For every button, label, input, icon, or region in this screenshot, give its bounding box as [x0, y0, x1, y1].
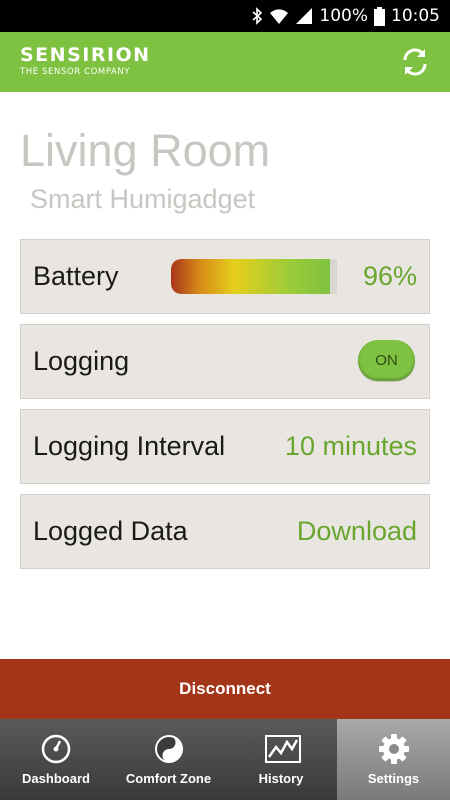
bluetooth-icon	[251, 7, 263, 25]
battery-percent: 100%	[319, 6, 368, 26]
disconnect-button[interactable]: Disconnect	[0, 659, 450, 719]
logging-row: Logging ON	[20, 324, 430, 399]
logging-interval-value[interactable]: 10 minutes	[285, 410, 417, 483]
nav-settings-label: Settings	[367, 771, 420, 786]
logging-interval-label: Logging Interval	[33, 431, 226, 461]
bottom-nav: Dashboard Comfort Zone History Settings	[0, 719, 450, 800]
status-bar: 100% 10:05	[0, 0, 450, 32]
app-screen: 100% 10:05 SENSIRION THE SENSOR COMPANY …	[0, 0, 450, 800]
logged-data-label: Logged Data	[33, 516, 188, 546]
logging-label: Logging	[33, 346, 130, 376]
clock: 10:05	[391, 6, 440, 26]
logged-data-row: Logged Data Download	[20, 494, 430, 569]
gear-icon	[378, 733, 410, 765]
wifi-icon	[269, 7, 289, 25]
battery-row: Battery 96%	[20, 239, 430, 314]
yin-yang-icon	[153, 733, 185, 765]
nav-comfort-zone-label: Comfort Zone	[125, 771, 212, 786]
logging-toggle[interactable]: ON	[358, 340, 415, 381]
app-header: SENSIRION THE SENSOR COMPANY	[0, 32, 450, 92]
battery-icon	[374, 6, 385, 26]
battery-label: Battery	[33, 261, 119, 291]
gauge-icon	[40, 733, 72, 765]
refresh-icon[interactable]	[398, 45, 432, 79]
download-link[interactable]: Download	[297, 495, 417, 568]
status-icons: 100% 10:05	[251, 0, 440, 32]
nav-dashboard-label: Dashboard	[22, 771, 90, 786]
battery-level-bar	[171, 259, 337, 294]
battery-value: 96%	[362, 261, 417, 291]
chart-icon	[265, 733, 301, 765]
sensirion-logo: SENSIRION THE SENSOR COMPANY	[20, 45, 151, 78]
nav-dashboard[interactable]: Dashboard	[0, 719, 112, 800]
logo-tagline: THE SENSOR COMPANY	[20, 67, 131, 77]
signal-icon	[295, 7, 313, 25]
logging-interval-row[interactable]: Logging Interval 10 minutes	[20, 409, 430, 484]
nav-history[interactable]: History	[225, 719, 337, 800]
logo-brand: SENSIRION	[20, 44, 151, 66]
battery-level-fill	[171, 259, 331, 294]
nav-settings[interactable]: Settings	[337, 719, 450, 800]
nav-comfort-zone[interactable]: Comfort Zone	[112, 719, 225, 800]
device-name: Smart Humigadget	[30, 184, 256, 214]
page-title: Living Room	[20, 125, 271, 176]
nav-history-label: History	[258, 771, 304, 786]
